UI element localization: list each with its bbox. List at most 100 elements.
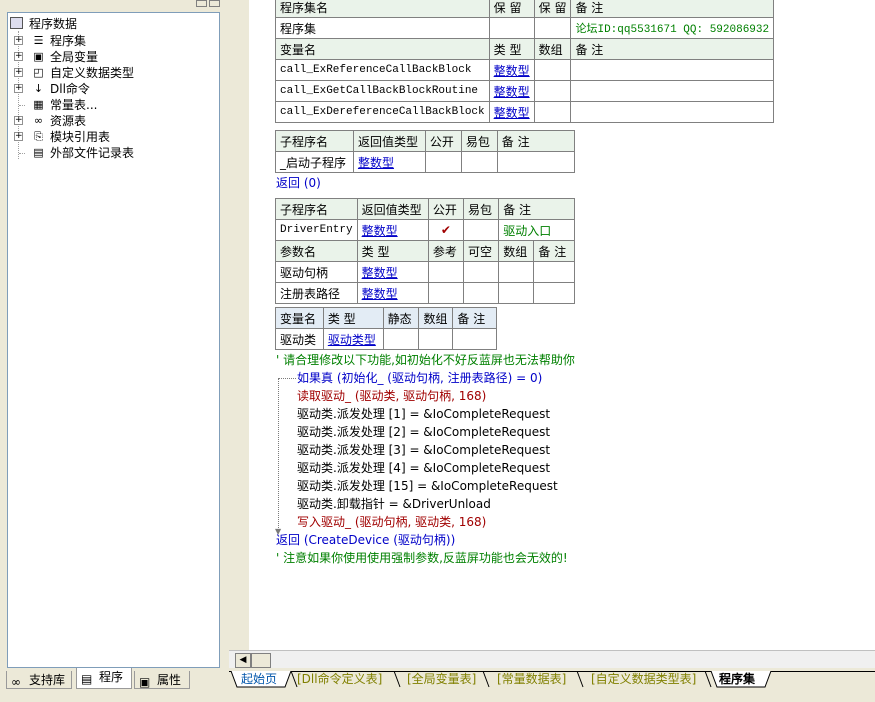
panel-window-controls[interactable] (196, 0, 222, 7)
var-type-cell[interactable]: 驱动类型 (322, 328, 384, 350)
code-line-dispatch[interactable]: 驱动类.派发处理 [1] = &IoCompleteRequest (297, 405, 550, 423)
table-cell[interactable] (570, 101, 775, 123)
code-comment[interactable]: ' 请合理修改以下功能,如初始化不好反蓝屏也无法帮助你 (276, 351, 575, 369)
table-cell[interactable] (533, 282, 575, 304)
tab-support-library[interactable]: ∞ 支持库 (6, 671, 72, 689)
code-editor[interactable]: 程序集名 保 留 保 留 备 注 程序集 论坛ID:qq5531671 QQ: … (249, 0, 875, 650)
tab-assembly[interactable]: 程序集 (719, 671, 755, 690)
table-row[interactable]: 驱动类 驱动类型 (275, 328, 497, 350)
expand-icon[interactable]: + (14, 116, 23, 125)
panel-minimize-icon[interactable] (196, 0, 207, 7)
expand-icon[interactable]: + (14, 36, 23, 45)
table-cell[interactable] (498, 261, 535, 283)
code-line-dispatch[interactable]: 驱动类.派发处理 [4] = &IoCompleteRequest (297, 459, 550, 477)
tree-item-constants[interactable]: ▦ 常量表... (12, 97, 212, 113)
tab-start-page[interactable]: 起始页 (241, 671, 277, 690)
scroll-thumb[interactable] (251, 653, 271, 668)
tree-item-dll[interactable]: + ↓ Dll命令 (12, 81, 212, 97)
table-row[interactable]: _启动子程序 整数型 (275, 151, 576, 173)
tab-program[interactable]: ▤ 程序 (76, 668, 132, 689)
tab-global-vars[interactable]: [全局变量表] (407, 671, 476, 690)
table-cell[interactable] (427, 261, 465, 283)
code-line-if[interactable]: 如果真 (初始化_ (驱动句柄, 注册表路径) = 0) (297, 369, 542, 387)
splitter[interactable] (229, 0, 249, 650)
stack-icon: ☰ (33, 34, 44, 47)
param-type-cell[interactable]: 整数型 (356, 261, 429, 283)
table-cell[interactable] (462, 282, 500, 304)
panel-close-icon[interactable] (209, 0, 220, 7)
param-name-cell[interactable]: 驱动句柄 (275, 261, 358, 283)
table-cell[interactable] (570, 59, 775, 81)
table-row[interactable]: call_ExDereferenceCallBackBlock 整数型 (275, 101, 775, 123)
var-type-cell[interactable]: 整数型 (488, 101, 535, 123)
code-line-unload[interactable]: 驱动类.卸载指针 = &DriverUnload (297, 495, 491, 513)
table-cell[interactable] (498, 282, 535, 304)
table-cell[interactable] (533, 80, 572, 102)
expand-icon[interactable]: + (14, 68, 23, 77)
col-header: 备 注 (496, 130, 576, 152)
remark-cell[interactable]: 驱动入口 (498, 219, 575, 241)
tree-item-global-vars[interactable]: + ▣ 全局变量 (12, 49, 212, 65)
project-tree[interactable]: 程序数据 + ☰ 程序集 + ▣ 全局变量 + ◰ 自定义数据类型 + ↓ Dl… (7, 12, 220, 668)
table-row[interactable]: 注册表路径 整数型 (275, 282, 575, 304)
tree-item-modules[interactable]: + ⎘ 模块引用表 (12, 129, 212, 145)
expand-icon[interactable]: + (14, 84, 23, 93)
assembly-name-cell[interactable]: 程序集 (275, 17, 490, 39)
table-row[interactable]: call_ExGetCallBackBlockRoutine 整数型 (275, 80, 775, 102)
table-cell[interactable] (533, 17, 572, 39)
table-cell[interactable] (570, 80, 775, 102)
code-line-dispatch[interactable]: 驱动类.派发处理 [2] = &IoCompleteRequest (297, 423, 550, 441)
var-name-cell[interactable]: 驱动类 (275, 328, 324, 350)
table-cell[interactable] (418, 328, 454, 350)
sub-name-cell[interactable]: _启动子程序 (275, 151, 354, 173)
horizontal-scrollbar[interactable]: ◀ (229, 650, 875, 668)
table-row[interactable]: 驱动句柄 整数型 (275, 261, 575, 283)
table-cell[interactable] (452, 328, 497, 350)
table-cell[interactable] (460, 151, 498, 173)
col-header: 变量名 (275, 38, 490, 60)
expand-icon[interactable]: + (14, 132, 23, 141)
return-type-cell[interactable]: 整数型 (356, 219, 429, 241)
table-cell[interactable] (533, 59, 572, 81)
var-name-cell[interactable]: call_ExDereferenceCallBackBlock (275, 101, 490, 123)
return-type-cell[interactable]: 整数型 (352, 151, 426, 173)
code-line-return[interactable]: 返回 (0) (276, 174, 321, 192)
tab-constants[interactable]: [常量数据表] (497, 671, 566, 690)
tab-custom-types[interactable]: [自定义数据类型表] (591, 671, 696, 690)
expand-icon[interactable]: + (14, 52, 23, 61)
table-cell[interactable] (533, 261, 575, 283)
code-line-dispatch[interactable]: 驱动类.派发处理 [15] = &IoCompleteRequest (297, 477, 558, 495)
public-check-icon[interactable]: ✔ (427, 219, 465, 241)
table-cell[interactable] (496, 151, 576, 173)
param-type-cell[interactable]: 整数型 (356, 282, 429, 304)
code-line-dispatch[interactable]: 驱动类.派发处理 [3] = &IoCompleteRequest (297, 441, 550, 459)
code-line-return-create[interactable]: 返回 (CreateDevice (驱动句柄)) (276, 531, 455, 549)
tab-property[interactable]: ▣ 属性 (134, 671, 190, 689)
tree-item-custom-types[interactable]: + ◰ 自定义数据类型 (12, 65, 212, 81)
table-cell[interactable] (533, 101, 572, 123)
sub-name-cell[interactable]: DriverEntry (275, 219, 358, 241)
table-cell[interactable] (382, 328, 420, 350)
table-cell[interactable] (424, 151, 462, 173)
jar-icon: ▣ (33, 50, 44, 63)
assembly-remark-cell[interactable]: 论坛ID:qq5531671 QQ: 592086932 (570, 17, 775, 39)
tree-item-external-files[interactable]: ▤ 外部文件记录表 (12, 145, 212, 161)
param-name-cell[interactable]: 注册表路径 (275, 282, 358, 304)
table-cell[interactable] (488, 17, 535, 39)
var-name-cell[interactable]: call_ExGetCallBackBlockRoutine (275, 80, 490, 102)
table-cell[interactable] (427, 282, 465, 304)
table-row[interactable]: call_ExReferenceCallBackBlock 整数型 (275, 59, 775, 81)
tree-item-resources[interactable]: + ∞ 资源表 (12, 113, 212, 129)
code-comment[interactable]: ' 注意如果你使用使用强制参数,反蓝屏功能也会无效的! (276, 549, 568, 567)
table-cell[interactable] (462, 261, 500, 283)
code-line-read[interactable]: 读取驱动_ (驱动类, 驱动句柄, 168) (297, 387, 486, 405)
table-cell[interactable] (462, 219, 500, 241)
var-type-cell[interactable]: 整数型 (488, 80, 535, 102)
var-name-cell[interactable]: call_ExReferenceCallBackBlock (275, 59, 490, 81)
tab-dll-definitions[interactable]: [Dll命令定义表] (297, 671, 382, 690)
scroll-left-icon[interactable]: ◀ (235, 653, 251, 668)
table-row[interactable]: DriverEntry 整数型 ✔ 驱动入口 (275, 219, 575, 241)
code-line-write[interactable]: 写入驱动_ (驱动句柄, 驱动类, 168) (297, 513, 486, 531)
var-type-cell[interactable]: 整数型 (488, 59, 535, 81)
tree-item-assembly[interactable]: + ☰ 程序集 (12, 33, 212, 49)
